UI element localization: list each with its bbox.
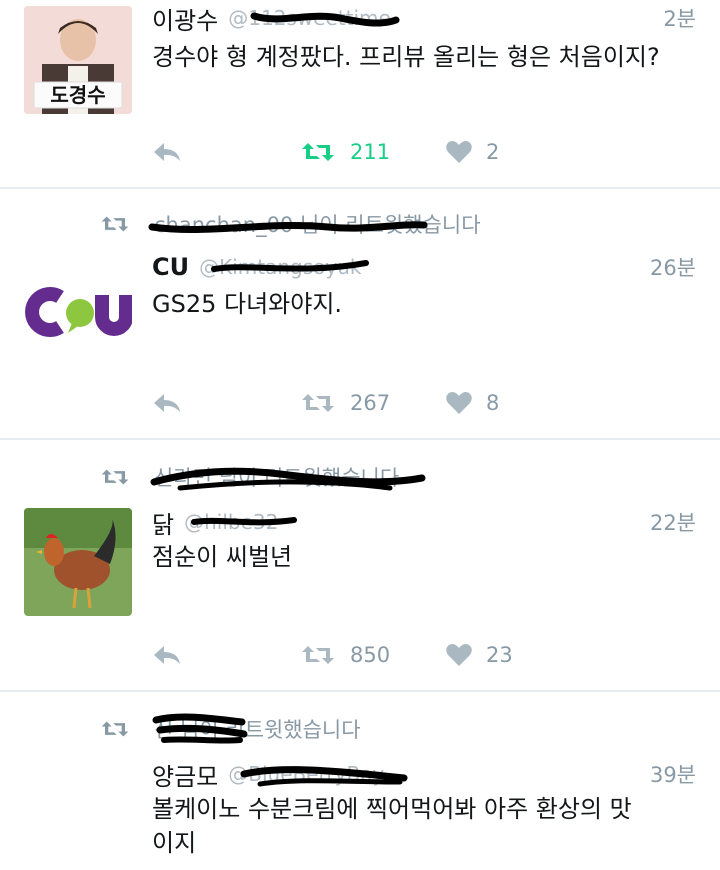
retweet-icon: [302, 646, 334, 664]
retweeted-by-text[interactable]: chanchan_00 님이 리트윗했습니다: [154, 209, 481, 239]
retweet-button[interactable]: 850: [300, 638, 390, 672]
tweet-time[interactable]: 39분: [650, 759, 696, 789]
tweet-2[interactable]: chanchan_00 님이 리트윗했습니다 CU @Kimtangsoyuk …: [0, 189, 720, 439]
rooster-image: [24, 508, 132, 616]
retweet-indicator-icon: [100, 466, 132, 488]
retweet-icon: [302, 143, 334, 161]
user-handle[interactable]: @BlueBerryBoy: [228, 762, 384, 786]
like-count: 23: [486, 643, 513, 667]
tweet-3[interactable]: 신라면 님이 리트윗했습니다 닭 @hilbe32 22분 점순이 씨벌년 85…: [0, 440, 720, 690]
retweet-count: 211: [350, 140, 391, 164]
reply-icon: [154, 143, 180, 161]
reply-icon: [154, 394, 180, 412]
reply-button[interactable]: [152, 386, 182, 420]
tweet-time[interactable]: 22분: [650, 507, 696, 537]
retweet-indicator-icon: [100, 213, 132, 235]
tweet-1[interactable]: 도경수 이광수 @112sweettime 2분 경수야 형 계정팠다. 프리뷰…: [0, 0, 720, 188]
user-name[interactable]: CU: [152, 253, 189, 281]
user-handle[interactable]: @hilbe32: [184, 510, 278, 534]
retweeted-by-text[interactable]: 신라면 님이 리트윗했습니다: [154, 462, 399, 492]
tweet-text: GS25 다녀와야지.: [152, 290, 343, 318]
user-handle[interactable]: @Kimtangsoyuk: [199, 255, 361, 279]
retweet-count: 850: [350, 643, 391, 667]
tweet-text: 볼케이노 수분크림에 찍어먹어봐 아주 환상의 맛이지: [152, 795, 632, 857]
retweet-icon: [302, 394, 334, 412]
avatar[interactable]: [24, 508, 132, 616]
heart-icon: [446, 392, 472, 414]
cu-logo: [24, 261, 132, 369]
retweet-count: 267: [350, 391, 391, 415]
like-button[interactable]: 2: [446, 135, 499, 169]
heart-icon: [446, 644, 472, 666]
retweet-button[interactable]: 211: [300, 135, 390, 169]
tweet-text: 경수야 형 계정팠다. 프리뷰 올리는 형은 처음이지?: [152, 43, 660, 71]
retweet-button[interactable]: 267: [300, 386, 390, 420]
user-handle[interactable]: @112sweettime: [228, 6, 391, 30]
user-name[interactable]: 양금모: [152, 757, 218, 792]
tweet-text: 점순이 씨벌년: [152, 543, 293, 571]
avatar-sign-text: 도경수: [50, 83, 106, 107]
retweeted-by-text[interactable]: 신 님이 리트윗했습니다: [154, 714, 361, 744]
avatar[interactable]: [24, 261, 132, 369]
tweet-time[interactable]: 26분: [650, 252, 696, 282]
avatar[interactable]: 도경수: [24, 6, 132, 114]
tweet-time[interactable]: 2분: [663, 3, 696, 33]
reply-button[interactable]: [152, 135, 182, 169]
tweet-4[interactable]: 신 님이 리트윗했습니다 양금모 @BlueBerryBoy 39분 볼케이노 …: [0, 692, 720, 870]
user-name[interactable]: 닭: [152, 505, 174, 540]
like-count: 2: [486, 140, 500, 164]
like-button[interactable]: 23: [446, 638, 513, 672]
heart-icon: [446, 141, 472, 163]
reply-icon: [154, 646, 180, 664]
user-name[interactable]: 이광수: [152, 1, 218, 36]
reply-button[interactable]: [152, 638, 182, 672]
like-count: 8: [486, 391, 500, 415]
retweet-indicator-icon: [100, 718, 132, 740]
like-button[interactable]: 8: [446, 386, 499, 420]
